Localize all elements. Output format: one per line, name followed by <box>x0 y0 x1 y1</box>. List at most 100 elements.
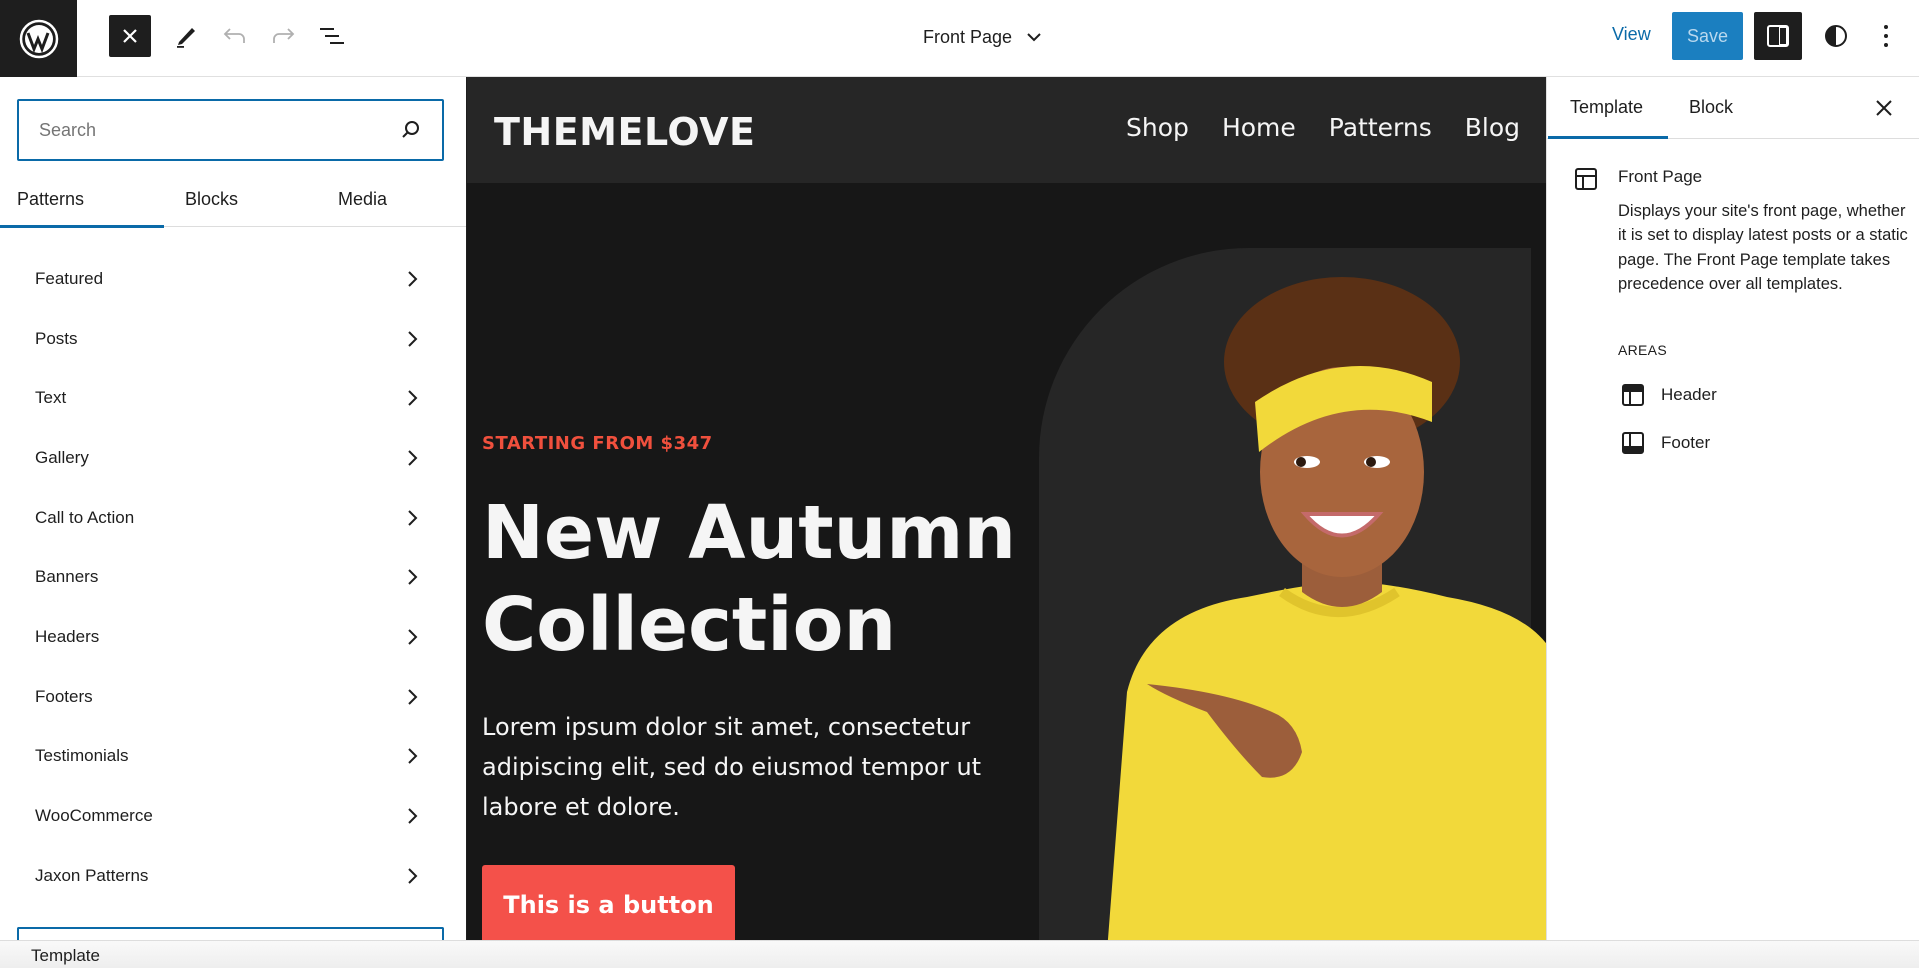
search-field[interactable] <box>17 99 444 161</box>
category-label: Featured <box>35 268 104 288</box>
search-icon <box>402 121 419 138</box>
category-featured[interactable]: Featured <box>0 249 466 309</box>
settings-sidebar: Template Block Front Page Displays your … <box>1546 77 1919 940</box>
sidebar-tabs: Template Block <box>1547 77 1919 139</box>
category-call-to-action[interactable]: Call to Action <box>0 488 466 548</box>
editor-canvas[interactable]: THEMELOVE Shop Home Patterns Blog STARTI… <box>467 77 1546 940</box>
save-button[interactable]: Save <box>1672 12 1743 60</box>
editor-top-bar: Front Page View Save <box>0 0 1919 77</box>
view-link[interactable]: View <box>1612 24 1651 45</box>
right-pupil <box>1366 457 1376 467</box>
areas-heading: AREAS <box>1618 342 1667 358</box>
chevron-down-icon <box>1027 33 1041 42</box>
redo-icon <box>273 28 295 43</box>
hero-kicker[interactable]: STARTING FROM $347 <box>482 433 713 454</box>
template-title: Front Page <box>1618 167 1703 186</box>
category-label: Testimonials <box>35 746 129 766</box>
tab-patterns[interactable]: Patterns <box>0 181 165 228</box>
header-area-icon <box>1622 384 1644 406</box>
nav-item-blog[interactable]: Blog <box>1465 113 1520 142</box>
search-input[interactable] <box>39 119 400 141</box>
category-footers[interactable]: Footers <box>0 667 466 727</box>
undo-button[interactable] <box>214 15 256 57</box>
tab-blocks[interactable]: Blocks <box>185 181 238 227</box>
area-header[interactable]: Header <box>1621 381 1717 409</box>
options-button[interactable] <box>1864 14 1908 58</box>
area-label: Footer <box>1661 433 1711 452</box>
close-icon <box>123 29 137 43</box>
chevron-right-icon <box>408 271 418 287</box>
list-view-icon <box>320 28 344 44</box>
block-inserter-panel: Patterns Blocks Media Featured Posts Tex… <box>0 77 467 940</box>
breadcrumb-template[interactable]: Template <box>31 946 100 966</box>
vertical-ellipsis-icon <box>1884 25 1888 47</box>
nav-item-shop[interactable]: Shop <box>1126 113 1189 142</box>
left-pupil <box>1296 457 1306 467</box>
inserter-tabs: Patterns Blocks Media <box>0 181 466 228</box>
category-headers[interactable]: Headers <box>0 607 466 667</box>
settings-toggle-button[interactable] <box>1754 12 1802 60</box>
category-label: Call to Action <box>35 507 135 527</box>
sweater-shape <box>1107 582 1546 940</box>
hero-button[interactable]: This is a button <box>482 865 735 940</box>
category-woocommerce[interactable]: WooCommerce <box>0 786 466 846</box>
site-header[interactable]: THEMELOVE Shop Home Patterns Blog <box>467 77 1546 183</box>
category-testimonials[interactable]: Testimonials <box>0 727 466 787</box>
chevron-right-icon <box>408 748 418 765</box>
category-label: Jaxon Patterns <box>35 865 149 885</box>
category-label: WooCommerce <box>35 806 153 826</box>
list-view-button[interactable] <box>311 15 353 57</box>
styles-button[interactable] <box>1814 14 1858 58</box>
document-title: Front Page <box>923 26 1013 47</box>
category-jaxon-patterns[interactable]: Jaxon Patterns <box>0 846 466 906</box>
sidebar-toggle-icon <box>1767 25 1789 47</box>
chevron-right-icon <box>408 450 418 466</box>
pencil-icon <box>177 28 195 48</box>
category-label: Footers <box>35 686 93 706</box>
category-text[interactable]: Text <box>0 368 466 428</box>
tab-block[interactable]: Block <box>1689 97 1733 118</box>
chevron-right-icon <box>408 808 418 824</box>
tools-button[interactable] <box>165 15 207 57</box>
category-label: Banners <box>35 567 99 587</box>
half-circle-contrast-icon <box>1825 25 1847 47</box>
template-description: Displays your site's front page, whether… <box>1618 202 1908 293</box>
category-posts[interactable]: Posts <box>0 309 466 369</box>
chevron-right-icon <box>408 330 418 347</box>
nav-item-patterns[interactable]: Patterns <box>1329 113 1432 142</box>
close-inserter-button[interactable] <box>109 15 151 57</box>
document-title-dropdown[interactable]: Front Page <box>923 22 1042 52</box>
footer-area-icon <box>1622 432 1644 454</box>
category-label: Gallery <box>35 447 89 467</box>
chevron-right-icon <box>408 569 418 585</box>
block-breadcrumb-bar: Template <box>0 940 1919 968</box>
wordpress-logo-button[interactable] <box>0 0 77 77</box>
site-editor: Front Page View Save Patterns Blocks Med… <box>0 0 1919 968</box>
redo-button[interactable] <box>262 15 304 57</box>
area-footer[interactable]: Footer <box>1621 429 1710 457</box>
category-banners[interactable]: Banners <box>0 547 466 607</box>
active-tab-indicator <box>1548 136 1668 139</box>
chevron-right-icon <box>408 688 418 705</box>
category-label: Posts <box>35 328 78 348</box>
tab-media[interactable]: Media <box>338 181 387 227</box>
tab-template[interactable]: Template <box>1570 97 1643 118</box>
explore-patterns-button[interactable] <box>17 927 444 940</box>
wordpress-logo-icon <box>19 19 58 58</box>
site-navigation: Shop Home Patterns Blog <box>1126 113 1520 142</box>
hero-paragraph[interactable]: Lorem ipsum dolor sit amet, consectetur … <box>482 707 1002 827</box>
chevron-right-icon <box>408 629 418 645</box>
chevron-right-icon <box>408 509 418 526</box>
template-layout-icon <box>1575 168 1597 190</box>
chevron-right-icon <box>408 868 418 884</box>
category-gallery[interactable]: Gallery <box>0 428 466 488</box>
nav-item-home[interactable]: Home <box>1222 113 1296 142</box>
undo-icon <box>223 28 245 43</box>
close-sidebar-icon[interactable] <box>1873 97 1895 119</box>
site-title[interactable]: THEMELOVE <box>494 110 755 154</box>
area-label: Header <box>1661 385 1717 404</box>
hero-heading[interactable]: New Autumn Collection <box>482 487 1042 671</box>
hero-image[interactable] <box>1087 252 1546 940</box>
category-label: Headers <box>35 626 100 646</box>
chevron-right-icon <box>408 390 418 406</box>
